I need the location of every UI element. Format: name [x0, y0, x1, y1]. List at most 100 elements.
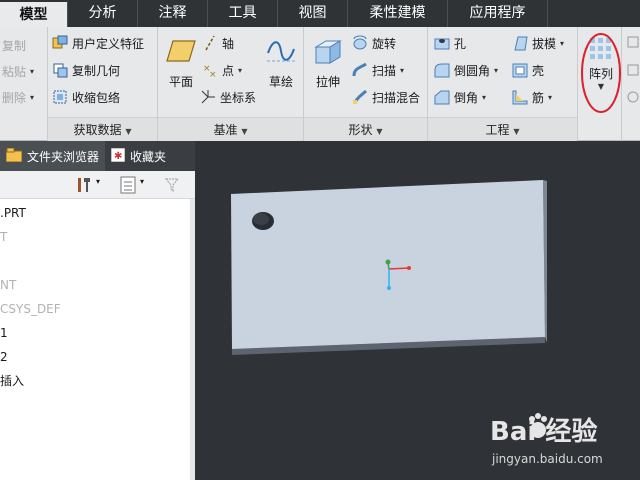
swept-blend-button[interactable]: 扫描混合	[352, 87, 420, 107]
tree-item[interactable]: 1	[0, 321, 190, 345]
ribbon-tab-bar: 模型 分析 注释 工具 视图 柔性建模 应用程序	[0, 0, 640, 27]
draft-button[interactable]: 拔模 ▾	[512, 33, 564, 53]
tree-item[interactable]: 2	[0, 345, 190, 369]
hole-icon	[434, 35, 450, 51]
round-dropdown-icon[interactable]: ▾	[494, 66, 498, 75]
shrinkwrap-label: 收缩包络	[72, 90, 121, 105]
chevron-down-icon: ▼	[241, 127, 248, 136]
engineering-label: 工程	[485, 123, 510, 137]
group-engineering-label[interactable]: 工程 ▼	[428, 117, 577, 141]
group-datum: 平面 轴 × × 点 ▾ 坐标系 草绘 基准 ▼	[158, 27, 304, 141]
axis-button[interactable]: 轴	[202, 33, 234, 53]
shell-button[interactable]: 壳	[512, 60, 544, 80]
tree-item[interactable]: 插入	[0, 369, 190, 393]
settings-tools-icon[interactable]	[76, 176, 94, 197]
sweep-label: 扫描	[372, 63, 397, 78]
datum-point-icon: × ×	[202, 62, 218, 80]
extrude-icon	[312, 35, 344, 67]
tab-analysis[interactable]: 分析	[68, 0, 138, 27]
show-dropdown-icon[interactable]: ▾	[140, 177, 144, 186]
plane-button[interactable]: 平面	[162, 35, 200, 90]
tab-folder-browser[interactable]: 文件夹浏览器	[0, 141, 106, 171]
delete-button[interactable]: 删除 ▾	[2, 87, 34, 107]
paste-dropdown-icon[interactable]: ▾	[30, 67, 34, 76]
user-defined-feature-button[interactable]: 用户定义特征	[52, 33, 144, 53]
round-icon	[434, 62, 450, 78]
chevron-down-icon: ▼	[513, 127, 520, 136]
plane-label: 平面	[168, 75, 193, 89]
udf-label: 用户定义特征	[72, 36, 145, 51]
filter-icon[interactable]	[164, 176, 182, 197]
tab-flexible-modeling[interactable]: 柔性建模	[348, 0, 448, 27]
group-get-data-label[interactable]: 获取数据 ▼	[48, 117, 157, 141]
group-datum-label[interactable]: 基准 ▼	[158, 117, 303, 141]
extrude-button[interactable]: 拉伸	[308, 35, 348, 90]
chamfer-button[interactable]: 倒角 ▾	[434, 87, 486, 107]
app-window: 模型 分析 注释 工具 视图 柔性建模 应用程序 复制 粘贴 ▾ 删除 ▾ 用户…	[0, 0, 640, 480]
settings-dropdown-icon[interactable]: ▾	[96, 177, 100, 186]
chamfer-dropdown-icon[interactable]: ▾	[482, 93, 486, 102]
favorites-icon: ✱	[110, 147, 126, 165]
axis-label: 轴	[222, 36, 235, 51]
tree-item[interactable]: CSYS_DEF	[0, 297, 190, 321]
tab-applications[interactable]: 应用程序	[448, 0, 548, 27]
svg-text:✱: ✱	[114, 151, 122, 162]
sweep-button[interactable]: 扫描 ▾	[352, 60, 404, 80]
watermark-url: jingyan.baidu.com	[492, 452, 603, 466]
group-engineering: 孔 倒圆角 ▾ 倒角 ▾ 拔模 ▾ 壳 筋 ▾ 工程 ▼	[428, 27, 578, 141]
udf-icon	[52, 35, 68, 51]
plane-icon	[165, 35, 197, 67]
swept-blend-icon	[352, 89, 368, 105]
shrinkwrap-button[interactable]: 收缩包络	[52, 87, 120, 107]
swept-blend-label: 扫描混合	[372, 90, 421, 105]
tab-model[interactable]: 模型	[0, 0, 68, 27]
draft-icon	[512, 35, 528, 51]
delete-dropdown-icon[interactable]: ▾	[30, 93, 34, 102]
shell-icon	[512, 62, 528, 78]
tree-item[interactable]	[0, 249, 190, 273]
delete-label: 删除	[2, 90, 27, 105]
rib-button[interactable]: 筋 ▾	[512, 87, 552, 107]
tab-annotate[interactable]: 注释	[138, 0, 208, 27]
watermark-logo: Bai 经验	[490, 410, 630, 453]
tab-view[interactable]: 视图	[278, 0, 348, 27]
group-partial-right	[622, 27, 640, 141]
paste-button[interactable]: 粘贴 ▾	[2, 61, 34, 81]
get-data-label: 获取数据	[73, 123, 122, 137]
copy-button[interactable]: 复制	[2, 35, 26, 55]
tree-item[interactable]: T	[0, 225, 190, 249]
copy-label: 复制	[2, 38, 27, 53]
copy-geometry-button[interactable]: 复制几何	[52, 60, 120, 80]
tab-favorites[interactable]: ✱ 收藏夹	[105, 141, 172, 171]
navigator-tabs: 文件夹浏览器 ✱ 收藏夹	[0, 141, 195, 171]
coordinate-system-icon	[200, 89, 216, 105]
datum-label: 基准	[213, 123, 238, 137]
tree-item[interactable]: NT	[0, 273, 190, 297]
folder-icon	[5, 147, 23, 165]
show-list-icon[interactable]	[120, 176, 136, 197]
navigator-toolbar: ▾ ▾	[0, 171, 195, 199]
draft-dropdown-icon[interactable]: ▾	[560, 39, 564, 48]
tree-item[interactable]: .PRT	[0, 201, 190, 225]
sweep-dropdown-icon[interactable]: ▾	[400, 66, 404, 75]
shrinkwrap-icon	[52, 89, 68, 105]
csys-button[interactable]: 坐标系	[200, 87, 256, 107]
point-dropdown-icon[interactable]: ▾	[238, 66, 242, 75]
revolve-button[interactable]: 旋转	[352, 33, 396, 53]
point-label: 点	[222, 63, 235, 78]
extrude-label: 拉伸	[315, 75, 340, 89]
point-button[interactable]: × × 点 ▾	[202, 60, 242, 81]
paste-label: 粘贴	[2, 64, 27, 79]
folder-browser-label: 文件夹浏览器	[27, 149, 100, 164]
tab-tools[interactable]: 工具	[208, 0, 278, 27]
round-button[interactable]: 倒圆角 ▾	[434, 60, 498, 80]
sketch-button[interactable]: 草绘	[262, 35, 300, 90]
hole-button[interactable]: 孔	[434, 33, 466, 53]
group-clipboard: 复制 粘贴 ▾ 删除 ▾	[0, 27, 48, 141]
chevron-down-icon: ▼	[376, 127, 383, 136]
group-shapes-label[interactable]: 形状 ▼	[304, 117, 427, 141]
rib-dropdown-icon[interactable]: ▾	[548, 93, 552, 102]
revolve-label: 旋转	[372, 36, 397, 51]
chamfer-icon	[434, 89, 450, 105]
draft-label: 拔模	[532, 36, 557, 51]
